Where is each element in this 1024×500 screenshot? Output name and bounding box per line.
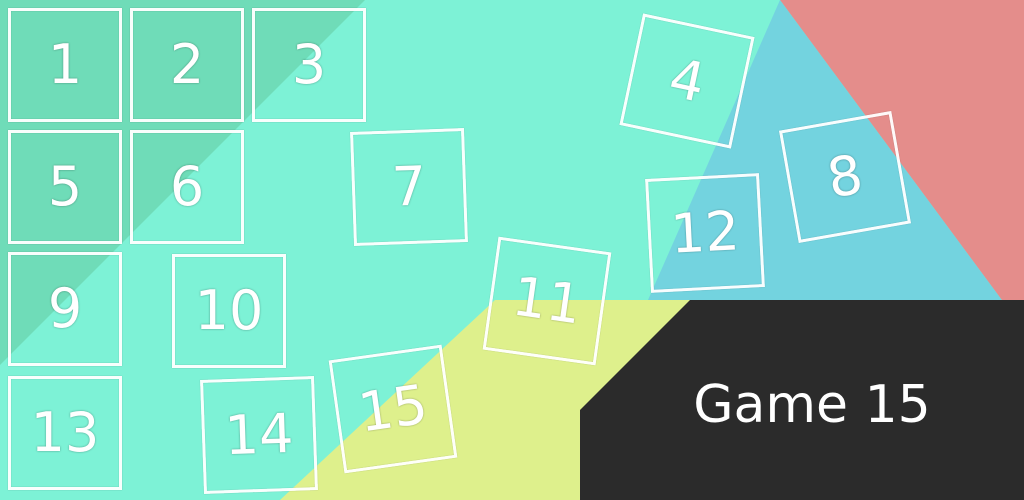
tile-number: 14 — [223, 401, 295, 468]
tile-number: 4 — [663, 46, 711, 115]
tile-5[interactable]: 5 — [8, 130, 122, 244]
tile-9[interactable]: 9 — [8, 252, 122, 366]
tile-8[interactable]: 8 — [778, 110, 912, 244]
tile-number: 3 — [291, 33, 327, 96]
tile-1[interactable]: 1 — [8, 8, 122, 122]
tile-number: 10 — [194, 279, 264, 342]
tile-13[interactable]: 13 — [8, 376, 122, 490]
title-panel: Game 15 — [600, 330, 1024, 480]
tile-number: 1 — [47, 33, 83, 96]
tile-12[interactable]: 12 — [645, 173, 765, 293]
tile-6[interactable]: 6 — [130, 130, 244, 244]
tile-11[interactable]: 11 — [482, 236, 612, 366]
tile-number: 6 — [169, 155, 205, 218]
tile-number: 9 — [47, 277, 83, 340]
tile-number: 11 — [508, 264, 586, 337]
tile-14[interactable]: 14 — [200, 376, 318, 494]
tile-15[interactable]: 15 — [328, 344, 458, 474]
tile-10[interactable]: 10 — [172, 254, 286, 368]
game-title: Game 15 — [693, 375, 931, 435]
tile-number: 5 — [47, 155, 83, 218]
tile-number: 7 — [390, 154, 428, 219]
tile-number: 12 — [669, 199, 741, 266]
tile-number: 8 — [822, 142, 868, 211]
tile-3[interactable]: 3 — [252, 8, 366, 122]
tile-7[interactable]: 7 — [350, 128, 468, 246]
tile-2[interactable]: 2 — [130, 8, 244, 122]
game-board: 1 2 3 4 5 6 7 8 9 10 11 12 13 14 15 Game… — [0, 0, 1024, 500]
tile-number: 2 — [169, 33, 205, 96]
tile-number: 13 — [30, 401, 100, 464]
tile-4[interactable]: 4 — [619, 13, 755, 149]
tile-number: 15 — [354, 372, 432, 445]
